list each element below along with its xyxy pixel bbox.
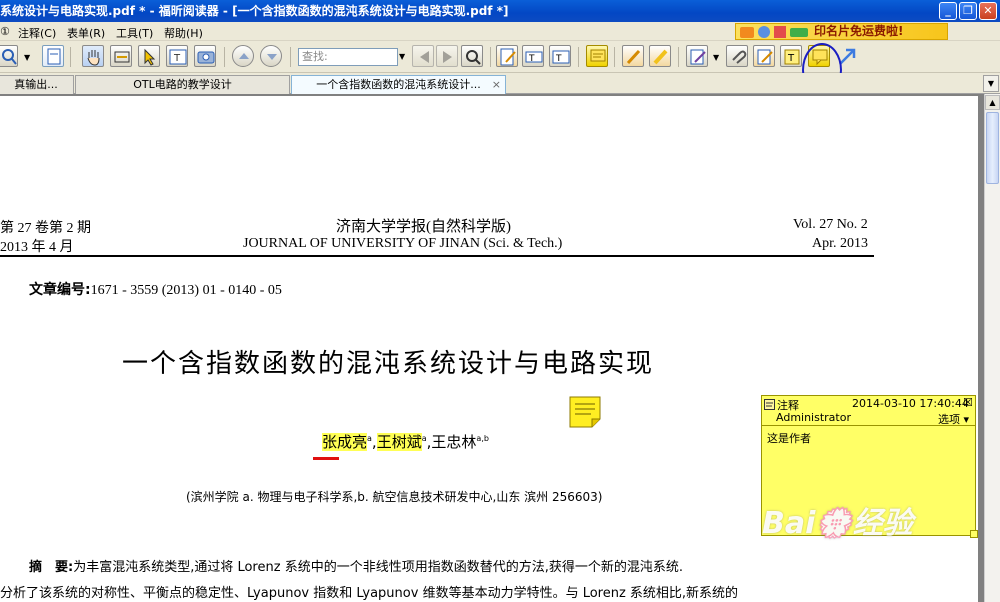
header-volume-en: Vol. 27 No. 2	[793, 217, 868, 232]
zoom-dropdown-icon[interactable]: ▼	[24, 53, 30, 62]
abstract-label: 摘 要:	[29, 560, 74, 575]
highlighter-icon[interactable]	[649, 45, 671, 67]
scroll-up-icon[interactable]: ▲	[985, 95, 1000, 110]
select-annotation-icon[interactable]	[138, 45, 160, 67]
note-author: Administrator	[776, 411, 851, 424]
form-tool-icon[interactable]	[686, 45, 708, 67]
author-1[interactable]: 张成亮	[322, 433, 368, 451]
red-underline-marker	[313, 457, 339, 460]
close-button[interactable]: ✕	[979, 2, 997, 20]
typewriter-icon[interactable]: T	[166, 45, 188, 67]
author-3-sup: a,b	[476, 434, 489, 443]
svg-text:T: T	[555, 54, 562, 64]
journal-name-cn: 济南大学学报(自然科学版)	[336, 219, 511, 235]
author-list: 张成亮a,王树斌a,王忠林a,b	[322, 433, 489, 451]
promo-banner[interactable]: 印名片免运费啦!	[735, 23, 948, 40]
tab-list-dropdown[interactable]: ▼	[983, 75, 999, 92]
note-close-icon[interactable]: ☒	[963, 396, 973, 409]
svg-text:T: T	[528, 54, 535, 64]
pencil-icon[interactable]	[622, 45, 644, 67]
author-3: 王忠林	[431, 433, 477, 451]
article-number: 文章编号:1671 - 3559 (2013) 01 - 0140 - 05	[29, 279, 282, 299]
menu-item-tools[interactable]: 工具(T)	[116, 25, 153, 41]
author-2[interactable]: 王树斌	[376, 433, 422, 451]
tab-fax-output[interactable]: 真输出...	[0, 75, 74, 94]
menu-item-partial[interactable]: ①	[0, 25, 10, 38]
text-field-icon[interactable]: T	[522, 45, 544, 67]
abstract-text-1: 为丰富混沌系统类型,通过将 Lorenz 系统中的一个非线性项用指数函数替代的方…	[73, 560, 683, 575]
search-icon[interactable]	[461, 45, 483, 67]
article-number-label: 文章编号:	[29, 282, 91, 298]
affiliation: (滨州学院 a. 物理与电子科学系,b. 航空信息技术研发中心,山东 滨州 25…	[186, 490, 603, 504]
note-datetime: 2014-03-10 17:40:44	[852, 397, 969, 410]
watermark: Bai💮经验	[762, 506, 913, 541]
attach-icon[interactable]	[726, 45, 748, 67]
restore-button[interactable]: ❐	[959, 2, 977, 20]
page-view-icon[interactable]	[42, 45, 64, 67]
tab-chaos-system[interactable]: 一个含指数函数的混沌系统设计... ×	[291, 75, 506, 94]
tab-otl-circuit[interactable]: OTL电路的教学设计	[75, 75, 290, 94]
header-date: 2013 年 4 月	[0, 240, 74, 255]
select-text-icon[interactable]	[110, 45, 132, 67]
svg-text:T: T	[173, 53, 181, 64]
menu-item-help[interactable]: 帮助(H)	[164, 25, 203, 41]
search-dropdown-icon[interactable]: ▼	[399, 52, 405, 61]
tab-label: 真输出...	[14, 78, 58, 91]
header-rule	[0, 255, 874, 257]
previous-page-icon[interactable]	[232, 45, 254, 67]
note-popup-header: 注释 2014-03-10 17:40:44 ☒ Administrator 选…	[762, 396, 975, 426]
note-options-button[interactable]: 选项 ▾	[938, 411, 969, 427]
find-previous-icon[interactable]	[412, 45, 434, 67]
toolbar: ▼ T ▼ T T ▼ T	[0, 41, 1000, 73]
next-page-icon[interactable]	[260, 45, 282, 67]
note-content[interactable]: 这是作者	[762, 426, 975, 450]
header-volume: 第 27 卷第 2 期	[0, 221, 91, 236]
form-dropdown-icon[interactable]: ▼	[713, 53, 719, 62]
abstract-line-2: 分析了该系统的对称性、平衡点的稳定性、Lyapunov 指数和 Lyapunov…	[0, 586, 739, 601]
svg-text:T: T	[787, 53, 795, 64]
sign-icon[interactable]	[753, 45, 775, 67]
menu-item-comment[interactable]: 注释(C)	[18, 25, 56, 41]
promo-text: 印名片免运费啦!	[814, 24, 904, 38]
tab-label: 一个含指数函数的混沌系统设计...	[316, 78, 481, 91]
tools-illustration-icon	[740, 26, 808, 38]
article-number-value: 1671 - 3559 (2013) 01 - 0140 - 05	[90, 283, 282, 298]
find-next-icon[interactable]	[436, 45, 458, 67]
menu-item-form[interactable]: 表单(R)	[67, 25, 105, 41]
scrollbar-thumb[interactable]	[986, 112, 999, 184]
sticky-note-icon[interactable]	[569, 396, 601, 428]
tab-close-icon[interactable]: ×	[492, 76, 501, 93]
note-small-icon	[764, 399, 775, 410]
journal-name-en: JOURNAL OF UNIVERSITY OF JINAN (Sci. & T…	[243, 236, 563, 251]
minimize-button[interactable]: _	[939, 2, 957, 20]
tab-label: OTL电路的教学设计	[133, 78, 232, 91]
edit-document-icon[interactable]	[496, 45, 518, 67]
textbox-icon[interactable]: T	[549, 45, 571, 67]
abstract-line-1: 摘 要:为丰富混沌系统类型,通过将 Lorenz 系统中的一个非线性项用指数函数…	[0, 556, 978, 575]
document-tab-bar: 真输出... OTL电路的教学设计 一个含指数函数的混沌系统设计... ×	[0, 73, 1000, 94]
search-input[interactable]: 查找:	[298, 48, 398, 66]
header-date-en: Apr. 2013	[812, 236, 868, 251]
note-tool-icon[interactable]	[586, 45, 608, 67]
text-markup-icon[interactable]: T	[780, 45, 802, 67]
zoom-in-icon[interactable]	[0, 45, 18, 67]
paper-title: 一个含指数函数的混沌系统设计与电路实现	[122, 349, 655, 379]
window-title-bar[interactable]: 系统设计与电路实现.pdf * - 福昕阅读器 - [一个含指数函数的混沌系统设…	[0, 0, 1000, 22]
snapshot-icon[interactable]	[194, 45, 216, 67]
window-title: 系统设计与电路实现.pdf * - 福昕阅读器 - [一个含指数函数的混沌系统设…	[0, 4, 509, 18]
hand-tool-icon[interactable]	[82, 45, 104, 67]
